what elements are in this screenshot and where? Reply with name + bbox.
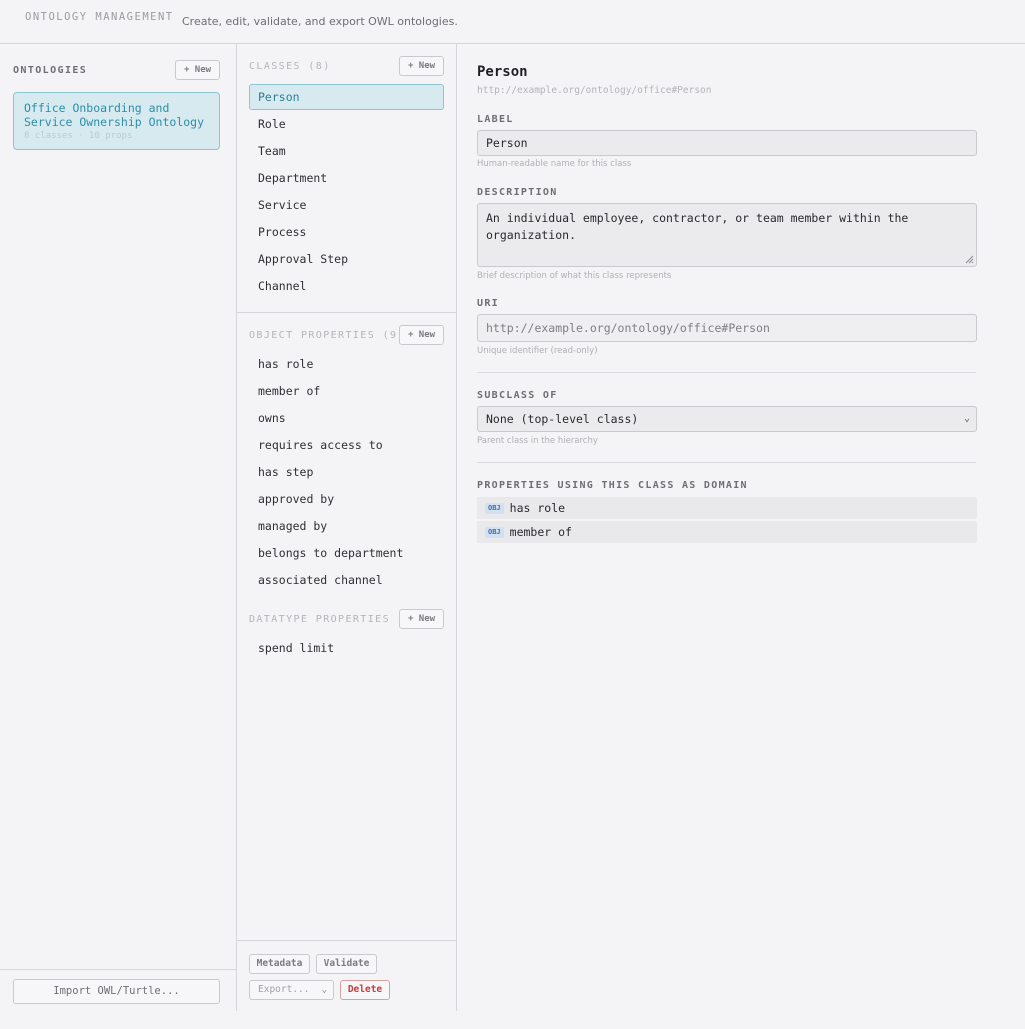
import-owl-button[interactable]: Import OWL/Turtle... bbox=[13, 979, 220, 1004]
subclass-select[interactable]: None (top-level class) ⌄ bbox=[477, 406, 977, 432]
section-divider bbox=[237, 312, 457, 313]
object-property-item[interactable]: has role bbox=[249, 351, 444, 377]
app-title: ONTOLOGY MANAGEMENT bbox=[25, 11, 174, 23]
object-property-item[interactable]: associated channel bbox=[249, 567, 444, 593]
class-item-person[interactable]: Person bbox=[249, 84, 444, 110]
domain-properties-label: PROPERTIES USING THIS CLASS AS DOMAIN bbox=[477, 480, 748, 491]
class-item-channel[interactable]: Channel bbox=[249, 273, 444, 299]
subclass-select-value: None (top-level class) bbox=[486, 412, 639, 426]
top-bar: ONTOLOGY MANAGEMENT Create, edit, valida… bbox=[0, 0, 1025, 44]
label-field-label: LABEL bbox=[477, 114, 514, 125]
ontology-card[interactable]: Office Onboarding and Service Ownership … bbox=[13, 92, 220, 150]
ontologies-panel: ONTOLOGIES + New Office Onboarding and S… bbox=[0, 44, 237, 1011]
classes-heading: CLASSES (8) bbox=[249, 61, 331, 72]
class-title: Person bbox=[477, 64, 528, 80]
object-property-item[interactable]: approved by bbox=[249, 486, 444, 512]
uri-hint: Unique identifier (read-only) bbox=[477, 346, 598, 356]
object-property-item[interactable]: belongs to department bbox=[249, 540, 444, 566]
metadata-button[interactable]: Metadata bbox=[249, 954, 310, 974]
datatype-property-item[interactable]: spend limit bbox=[249, 635, 444, 661]
resize-grip-icon[interactable] bbox=[965, 255, 974, 264]
ontology-meta: 8 classes · 10 props bbox=[24, 131, 133, 141]
new-datatype-property-button[interactable]: + New bbox=[399, 609, 444, 629]
uri-input: http://example.org/ontology/office#Perso… bbox=[477, 314, 977, 342]
validate-button[interactable]: Validate bbox=[316, 954, 377, 974]
label-hint: Human-readable name for this class bbox=[477, 159, 632, 169]
description-field-label: DESCRIPTION bbox=[477, 187, 558, 198]
object-property-item[interactable]: owns bbox=[249, 405, 444, 431]
entities-panel: CLASSES (8) + New Person Role Team Depar… bbox=[237, 44, 457, 1011]
class-item-process[interactable]: Process bbox=[249, 219, 444, 245]
description-textarea[interactable]: An individual employee, contractor, or t… bbox=[477, 203, 977, 267]
export-select[interactable]: Export... ⌄ bbox=[249, 980, 334, 1000]
domain-property-name: has role bbox=[509, 501, 566, 515]
class-item-team[interactable]: Team bbox=[249, 138, 444, 164]
object-properties-heading: OBJECT PROPERTIES (9) bbox=[249, 330, 405, 341]
description-text: An individual employee, contractor, or t… bbox=[486, 211, 909, 242]
obj-badge: OBJ bbox=[485, 527, 504, 538]
obj-badge: OBJ bbox=[485, 503, 504, 514]
datatype-properties-heading: DATATYPE PROPERTIES (1) bbox=[249, 614, 420, 625]
class-item-service[interactable]: Service bbox=[249, 192, 444, 218]
new-class-button[interactable]: + New bbox=[399, 56, 444, 76]
app-subtitle: Create, edit, validate, and export OWL o… bbox=[182, 15, 458, 28]
new-object-property-button[interactable]: + New bbox=[399, 325, 444, 345]
actions-bar: Metadata Validate Export... ⌄ Delete bbox=[237, 940, 457, 1011]
object-property-item[interactable]: has step bbox=[249, 459, 444, 485]
domain-property-row[interactable]: OBJ member of bbox=[477, 521, 977, 543]
export-select-label: Export... bbox=[258, 984, 310, 995]
class-uri-caption: http://example.org/ontology/office#Perso… bbox=[477, 85, 712, 96]
chevron-down-icon: ⌄ bbox=[963, 413, 970, 424]
object-property-item[interactable]: requires access to bbox=[249, 432, 444, 458]
ontology-title: Office Onboarding and Service Ownership … bbox=[24, 101, 205, 129]
uri-field-label: URI bbox=[477, 298, 499, 309]
class-item-role[interactable]: Role bbox=[249, 111, 444, 137]
new-ontology-button[interactable]: + New bbox=[175, 60, 220, 80]
label-input[interactable]: Person bbox=[477, 130, 977, 156]
divider bbox=[477, 372, 976, 373]
class-detail-panel: Person http://example.org/ontology/offic… bbox=[457, 44, 1025, 1011]
domain-property-name: member of bbox=[509, 525, 572, 539]
description-hint: Brief description of what this class rep… bbox=[477, 271, 672, 281]
domain-property-row[interactable]: OBJ has role bbox=[477, 497, 977, 519]
delete-button[interactable]: Delete bbox=[340, 980, 390, 1000]
subclass-field-label: SUBCLASS OF bbox=[477, 390, 558, 401]
class-item-approval-step[interactable]: Approval Step bbox=[249, 246, 444, 272]
ontologies-heading: ONTOLOGIES bbox=[13, 65, 88, 76]
class-item-department[interactable]: Department bbox=[249, 165, 444, 191]
chevron-down-icon: ⌄ bbox=[321, 985, 327, 995]
import-bar: Import OWL/Turtle... bbox=[0, 969, 237, 1011]
subclass-hint: Parent class in the hierarchy bbox=[477, 436, 598, 446]
object-property-item[interactable]: member of bbox=[249, 378, 444, 404]
divider bbox=[477, 462, 976, 463]
object-property-item[interactable]: managed by bbox=[249, 513, 444, 539]
